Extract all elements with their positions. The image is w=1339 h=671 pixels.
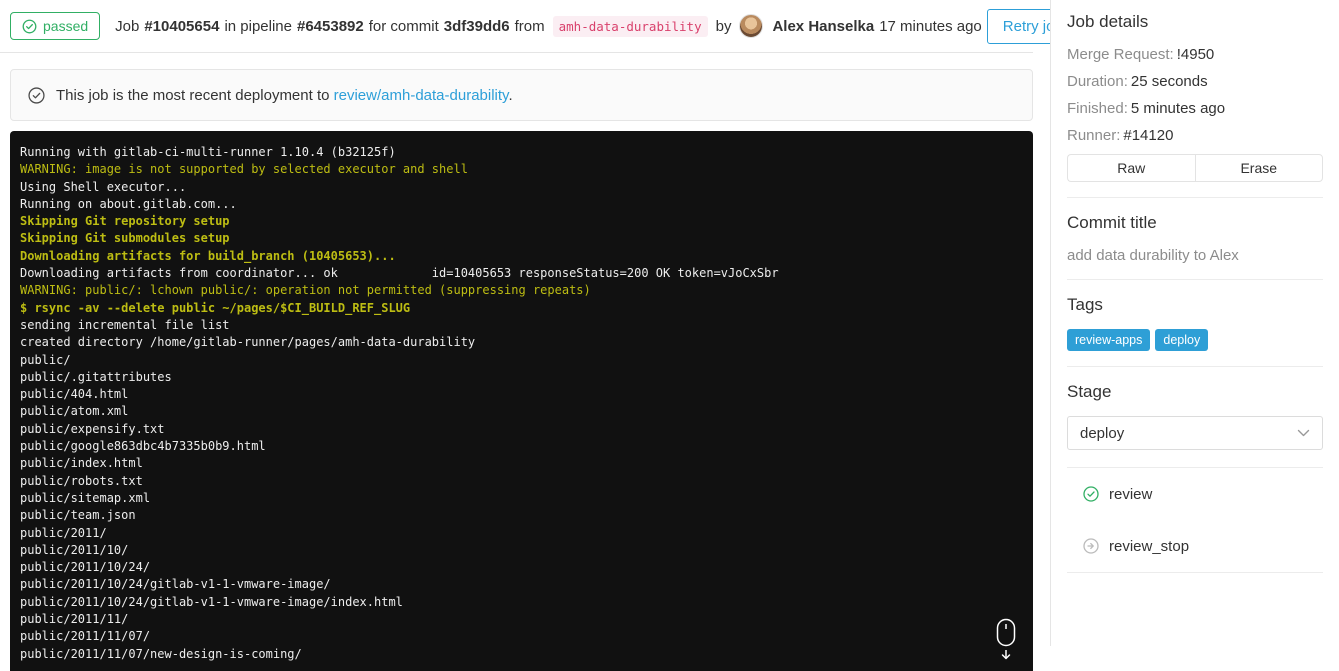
stage-job-review[interactable]: review bbox=[1067, 468, 1323, 520]
detail-value: #14120 bbox=[1123, 127, 1174, 144]
commit-title-heading: Commit title bbox=[1067, 213, 1157, 232]
commit-sha: 3df39dd6 bbox=[443, 17, 510, 35]
log-line: public/.gitattributes bbox=[20, 369, 172, 384]
detail-value: 5 minutes ago bbox=[1130, 100, 1226, 117]
branch-ref-link[interactable]: amh-data-durability bbox=[552, 15, 708, 37]
divider bbox=[1067, 366, 1323, 367]
notice-text: This job is the most recent deployment t… bbox=[56, 87, 513, 104]
log-line: public/2011/ bbox=[20, 525, 107, 540]
stage-dropdown[interactable]: deploy bbox=[1067, 416, 1323, 450]
notice-period: . bbox=[508, 86, 513, 104]
log-line: public/robots.txt bbox=[20, 473, 143, 488]
status-badge: passed bbox=[10, 12, 101, 40]
detail-label: Runner: bbox=[1067, 127, 1121, 144]
tag-badge[interactable]: deploy bbox=[1155, 329, 1209, 351]
log-line: public/team.json bbox=[20, 508, 136, 523]
detail-label: Merge Request: bbox=[1067, 46, 1174, 63]
in-pipeline-words: in pipeline bbox=[224, 17, 292, 35]
stage-job-label: review_stop bbox=[1109, 537, 1190, 555]
for-commit-words: for commit bbox=[368, 17, 439, 35]
job-detail-row: Runner: #14120 bbox=[1067, 127, 1323, 144]
deployment-notice: This job is the most recent deployment t… bbox=[10, 69, 1033, 121]
tags-heading: Tags bbox=[1067, 295, 1103, 314]
stage-heading: Stage bbox=[1067, 382, 1112, 401]
job-word: Job bbox=[115, 17, 140, 35]
check-circle-icon bbox=[28, 86, 45, 104]
log-line: Downloading artifacts for build_branch (… bbox=[20, 248, 396, 263]
log-line: WARNING: public/: lchown public/: operat… bbox=[20, 283, 591, 298]
log-line: Skipping Git repository setup bbox=[20, 214, 230, 229]
stage-job-label: review bbox=[1109, 485, 1153, 503]
log-line: Skipping Git submodules setup bbox=[20, 231, 230, 246]
tag-badge[interactable]: review-apps bbox=[1067, 329, 1151, 351]
job-sidebar: Job details Merge Request: !4950 Duration:… bbox=[1050, 0, 1339, 646]
build-trace-container: Running with gitlab-ci-multi-runner 1.10… bbox=[10, 131, 1033, 671]
log-line: public/2011/10/ bbox=[20, 542, 129, 557]
log-line: public/google863dbc4b7335b0b9.html bbox=[20, 439, 266, 454]
log-line: public/expensify.txt bbox=[20, 421, 165, 436]
log-line: Using Shell executor... bbox=[20, 179, 187, 194]
build-log: Running with gitlab-ci-multi-runner 1.10… bbox=[10, 131, 1033, 671]
by-word: by bbox=[715, 17, 732, 35]
log-line: sending incremental file list bbox=[20, 317, 230, 332]
log-line: public/2011/10/24/gitlab-v1-1-vmware-ima… bbox=[20, 577, 331, 592]
tags-list: review-apps deploy bbox=[1067, 329, 1323, 351]
job-main-column: passed Job #10405654 in pipeline #645389… bbox=[0, 0, 1079, 671]
detail-value: 25 seconds bbox=[1130, 73, 1208, 90]
job-detail-row: Duration: 25 seconds bbox=[1067, 73, 1323, 90]
job-details-list: Merge Request: !4950 Duration: 25 seconds Fi… bbox=[1067, 46, 1323, 144]
log-actions: Raw Erase bbox=[1067, 154, 1323, 182]
chevron-down-icon bbox=[1297, 429, 1310, 438]
divider bbox=[1067, 279, 1323, 280]
log-line: public/sitemap.xml bbox=[20, 490, 151, 505]
from-word: from bbox=[514, 17, 545, 35]
log-line: Running with gitlab-ci-multi-runner 1.10… bbox=[20, 145, 396, 159]
job-id: #10405654 bbox=[144, 17, 220, 35]
log-line: public/index.html bbox=[20, 456, 143, 471]
log-line: public/2011/10/24/ bbox=[20, 560, 151, 575]
raw-button[interactable]: Raw bbox=[1067, 154, 1195, 182]
pipeline-id: #6453892 bbox=[297, 17, 364, 35]
notice-text-body: This job is the most recent deployment t… bbox=[56, 86, 330, 104]
mouse-scroll-icon bbox=[996, 618, 1016, 660]
author-name[interactable]: Alex Hanselka bbox=[772, 18, 874, 35]
detail-label: Finished: bbox=[1067, 100, 1128, 117]
sidebar-title: Job details bbox=[1067, 12, 1149, 31]
scroll-down-button[interactable] bbox=[993, 618, 1019, 662]
detail-label: Duration: bbox=[1067, 73, 1128, 90]
status-manual-icon bbox=[1083, 538, 1099, 554]
log-line: public/ bbox=[20, 352, 71, 367]
erase-button[interactable]: Erase bbox=[1194, 154, 1323, 182]
log-line: $ rsync -av --delete public ~/pages/$CI_… bbox=[20, 300, 411, 315]
status-label: passed bbox=[43, 18, 89, 34]
status-passed-icon bbox=[1083, 486, 1099, 502]
detail-value: !4950 bbox=[1176, 46, 1215, 63]
divider bbox=[1067, 197, 1323, 198]
log-line: created directory /home/gitlab-runner/pa… bbox=[20, 335, 476, 350]
log-line: public/2011/10/24/gitlab-v1-1-vmware-ima… bbox=[20, 594, 403, 609]
job-detail-row: Finished: 5 minutes ago bbox=[1067, 100, 1323, 117]
log-line: public/404.html bbox=[20, 387, 129, 402]
status-passed-icon bbox=[22, 19, 37, 34]
log-line: public/2011/11/ bbox=[20, 612, 129, 627]
log-line: Running on about.gitlab.com... bbox=[20, 196, 237, 211]
log-line: public/2011/11/07/ bbox=[20, 629, 151, 644]
job-detail-row: Merge Request: !4950 bbox=[1067, 46, 1323, 63]
log-line: public/atom.xml bbox=[20, 404, 129, 419]
stage-jobs-list: review review_stop bbox=[1067, 467, 1323, 573]
stage-dropdown-value: deploy bbox=[1080, 424, 1125, 442]
log-line: public/2011/11/07/new-design-is-coming/ bbox=[20, 646, 302, 661]
time-ago: 17 minutes ago bbox=[879, 17, 982, 35]
environment-link[interactable]: review/amh-data-durability bbox=[334, 87, 509, 104]
commit-title-text: add data durability to Alex bbox=[1067, 247, 1239, 264]
log-line: Downloading artifacts from coordinator..… bbox=[20, 266, 779, 281]
avatar[interactable] bbox=[739, 14, 764, 38]
stage-job-review_stop[interactable]: review_stop bbox=[1067, 520, 1323, 572]
log-line: WARNING: image is not supported by selec… bbox=[20, 162, 468, 177]
build-header: passed Job #10405654 in pipeline #645389… bbox=[0, 0, 1079, 53]
